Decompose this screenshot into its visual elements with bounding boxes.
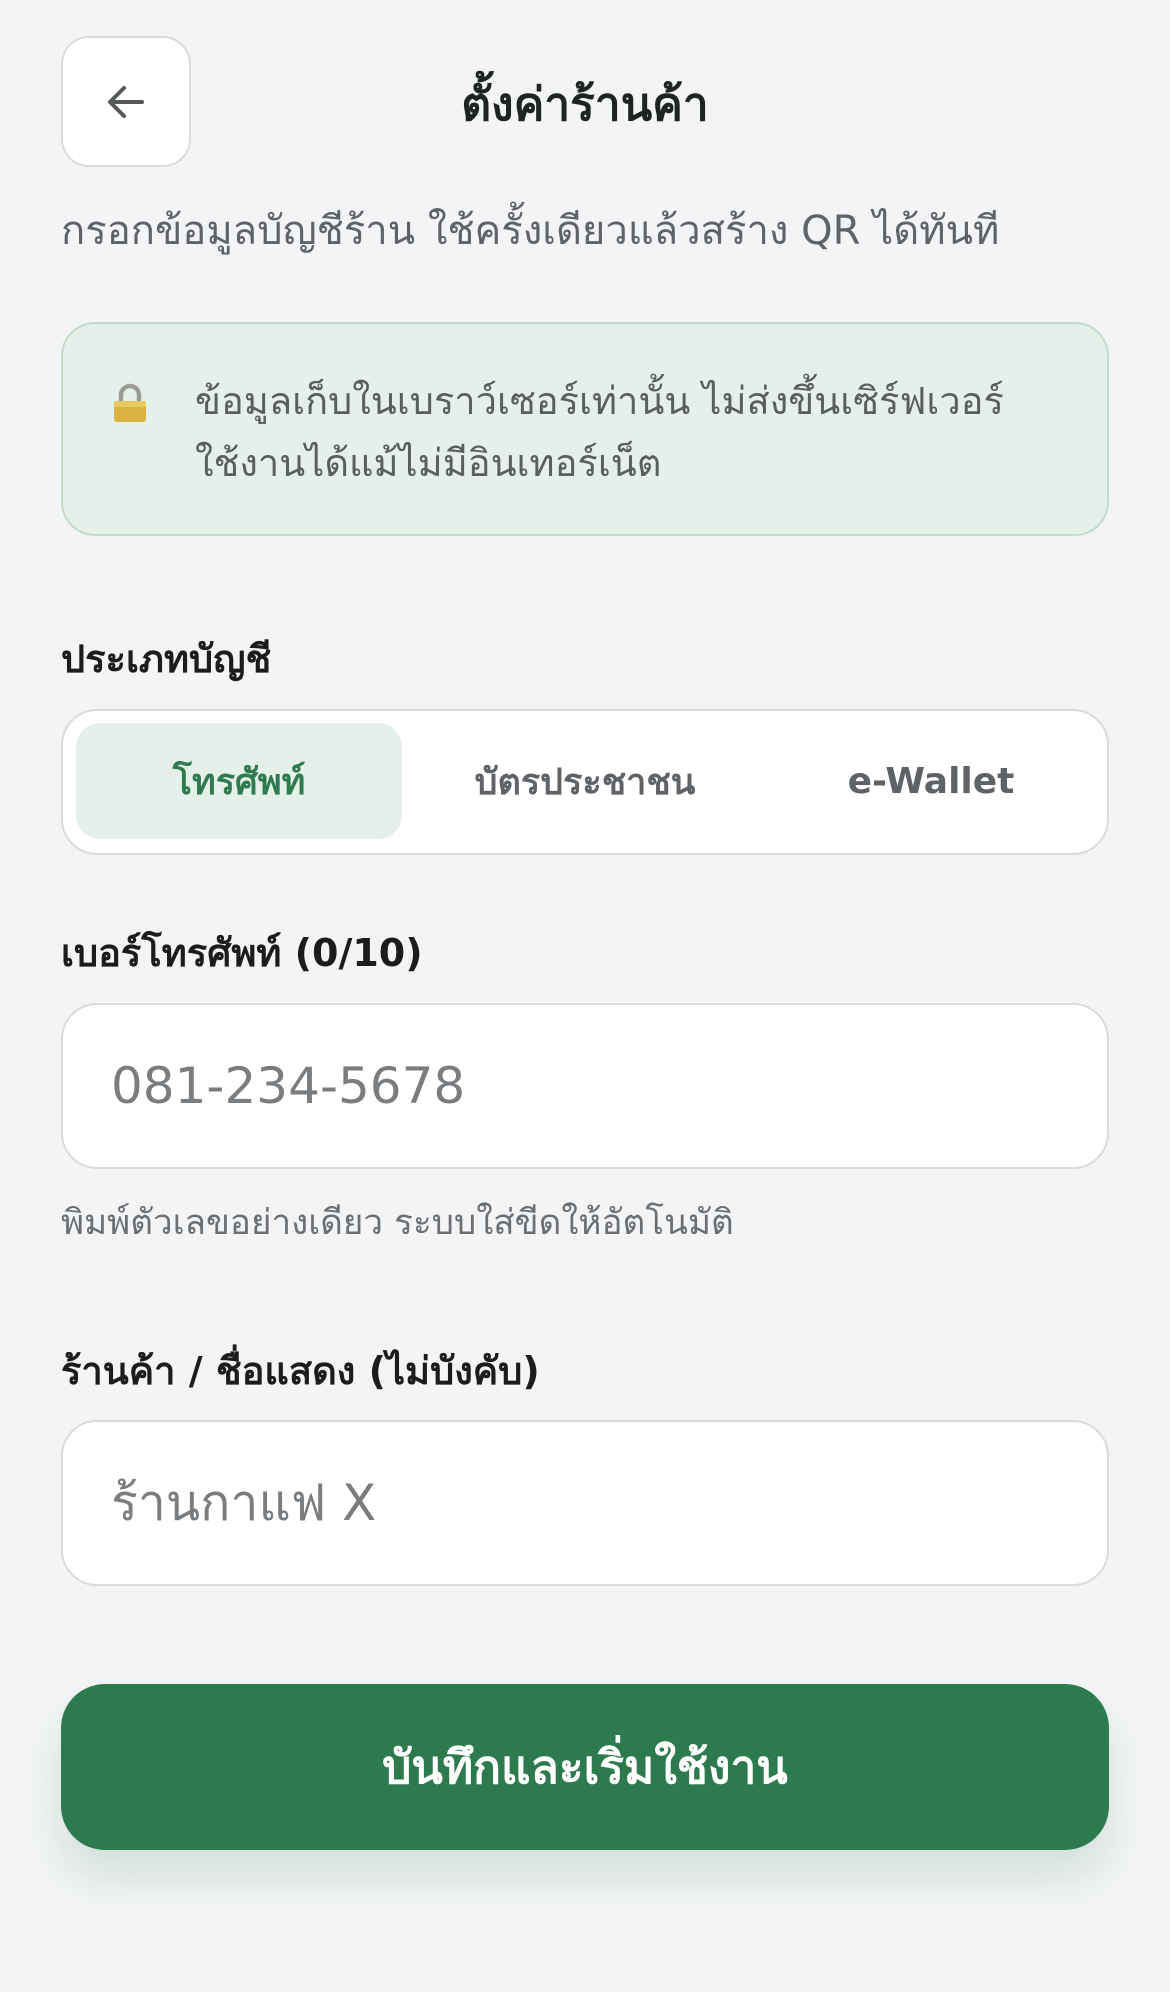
notice-line-2: ใช้งานได้แม้ไม่มีอินเทอร์เน็ต [195, 441, 662, 485]
page-subtitle: กรอกข้อมูลบัญชีร้าน ใช้ครั้งเดียวแล้วสร้… [61, 208, 1000, 254]
shop-name-label: ร้านค้า / ชื่อแสดง (ไม่บังคับ) [61, 1349, 540, 1393]
lock-icon [114, 383, 146, 422]
save-and-start-button[interactable]: บันทึกและเริ่มใช้งาน [61, 1684, 1109, 1850]
privacy-notice-text: ข้อมูลเก็บในเบราว์เซอร์เท่านั้น ไม่ส่งขึ… [195, 370, 1075, 494]
phone-label: เบอร์โทรศัพท์ (0/10) [61, 931, 423, 975]
account-type-option-phone[interactable]: โทรศัพท์ [76, 723, 402, 839]
account-type-label: ประเภทบัญชี [61, 637, 272, 681]
phone-input[interactable] [61, 1003, 1109, 1169]
phone-hint: พิมพ์ตัวเลขอย่างเดียว ระบบใส่ขีดให้อัตโน… [61, 1203, 734, 1243]
account-type-option-id-card[interactable]: บัตรประชาชน [422, 723, 748, 839]
notice-line-1: ข้อมูลเก็บในเบราว์เซอร์เท่านั้น ไม่ส่งขึ… [195, 379, 1004, 423]
account-type-option-ewallet[interactable]: e-Wallet [768, 723, 1094, 839]
page-title: ตั้งค่าร้านค้า [461, 77, 709, 131]
shop-name-input[interactable] [61, 1420, 1109, 1586]
